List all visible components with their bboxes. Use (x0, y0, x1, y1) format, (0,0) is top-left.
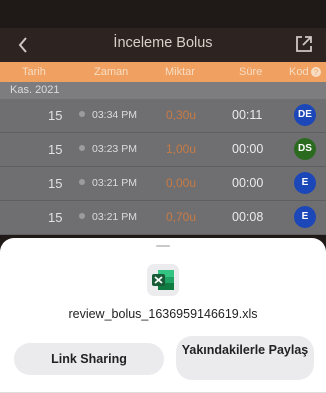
bolus-list: 15 03:34 PM 0,30u 00:11 DE 15 03:23 PM 1,00u 00:… (0, 99, 326, 235)
status-bar (0, 0, 326, 28)
status-dot-icon (79, 111, 85, 117)
page-title: İnceleme Bolus (113, 35, 213, 51)
row-day: 15 (48, 142, 63, 157)
nearby-share-label: Yakındakilerle Paylaş (181, 343, 309, 357)
header-date: Tarih (22, 66, 46, 78)
table-row[interactable]: 15 03:23 PM 1,00u 00:00 DS (0, 133, 326, 167)
table-header: Tarih Zaman Miktar Süre Kod ? (0, 62, 326, 82)
code-badge: DS (294, 138, 316, 160)
file-icon-tile (147, 264, 179, 296)
row-amount: 0,70u (166, 210, 197, 224)
row-duration: 00:00 (232, 176, 264, 190)
header-duration: Süre (239, 66, 263, 78)
share-sheet: review_bolus_1636959146619.xls Link Shar… (0, 238, 326, 393)
month-label: Kas. 2021 (10, 84, 60, 96)
code-badge: E (294, 172, 316, 194)
status-dot-icon (79, 145, 85, 151)
svg-text:?: ? (314, 68, 319, 77)
app-frame: İnceleme Bolus Tarih Zaman Miktar Süre K… (0, 0, 326, 393)
row-time: 03:23 PM (92, 143, 137, 155)
row-duration: 00:08 (232, 210, 264, 224)
row-time: 03:34 PM (92, 109, 137, 121)
table-row[interactable]: 15 03:21 PM 0,00u 00:00 E (0, 167, 326, 201)
row-amount: 1,00u (166, 142, 197, 156)
export-icon[interactable] (294, 34, 314, 54)
header-amount: Miktar (165, 66, 195, 78)
row-day: 15 (48, 210, 63, 225)
row-time: 03:21 PM (92, 211, 137, 223)
row-day: 15 (48, 108, 63, 123)
table-row[interactable]: 15 03:34 PM 0,30u 00:11 DE (0, 99, 326, 133)
row-day: 15 (48, 176, 63, 191)
nearby-share-button[interactable]: Yakındakilerle Paylaş (176, 336, 314, 380)
code-badge: DE (294, 104, 316, 126)
header-code: Kod (289, 66, 309, 78)
link-sharing-button[interactable]: Link Sharing (14, 343, 164, 375)
row-amount: 0,30u (166, 108, 197, 122)
table-row[interactable]: 15 03:21 PM 0,70u 00:08 E (0, 201, 326, 235)
month-group-header: Kas. 2021 (0, 82, 326, 99)
row-amount: 0,00u (166, 176, 197, 190)
code-badge: E (294, 206, 316, 228)
row-duration: 00:11 (232, 108, 263, 122)
row-time: 03:21 PM (92, 177, 137, 189)
nav-bar: İnceleme Bolus (0, 28, 326, 62)
status-dot-icon (79, 179, 85, 185)
info-icon[interactable]: ? (311, 67, 321, 77)
sheet-grabber[interactable] (156, 245, 170, 247)
status-dot-icon (79, 213, 85, 219)
header-time: Zaman (94, 66, 129, 78)
row-duration: 00:00 (232, 142, 264, 156)
file-name: review_bolus_1636959146619.xls (68, 307, 258, 321)
excel-icon (152, 270, 174, 290)
